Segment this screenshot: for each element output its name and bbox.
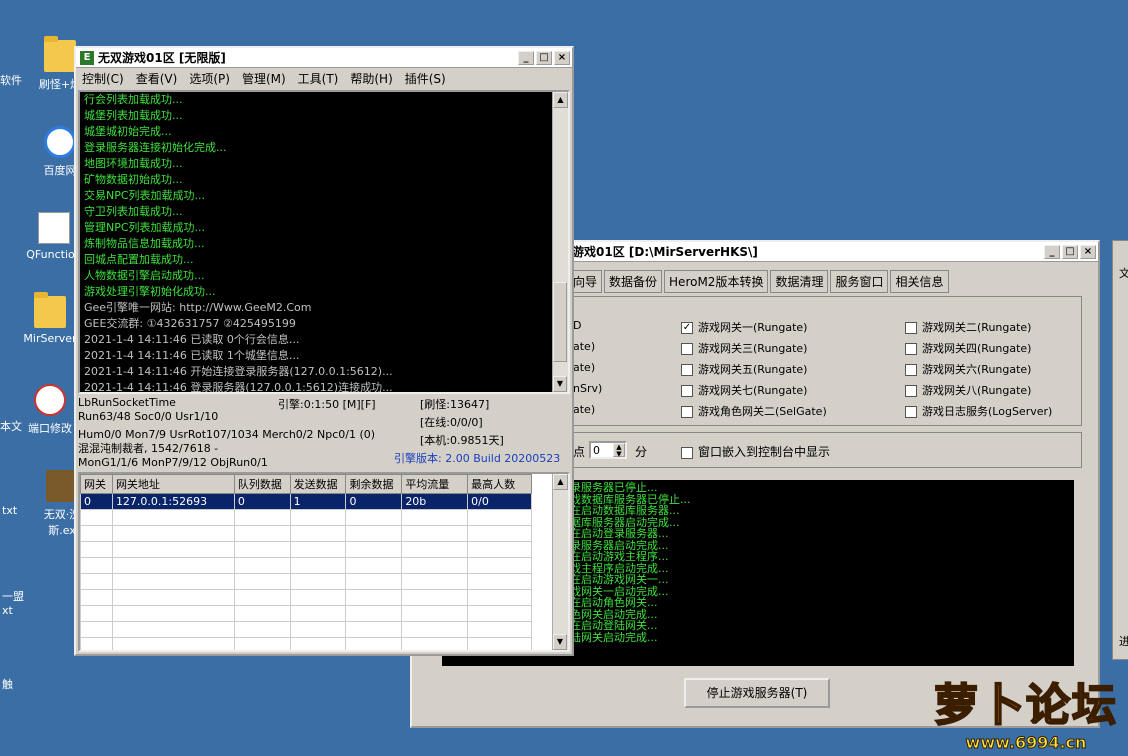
checkbox-gate-2[interactable]: 游戏网关二(Rungate) [905, 319, 1031, 335]
tab-herom2[interactable]: HeroM2版本转换 [664, 270, 769, 293]
col-avg-traffic[interactable]: 平均流量 [401, 474, 469, 494]
scroll-up-icon[interactable]: ▲ [553, 474, 568, 490]
timer-spinbox[interactable]: 0 ▲ ▼ [589, 441, 627, 459]
background-window-edge: 文 进 [1112, 240, 1128, 660]
col-max-users[interactable]: 最高人数 [467, 474, 532, 494]
col-sent[interactable]: 发送数据 [289, 474, 347, 494]
partial-label-2: ate) [573, 340, 596, 353]
partial-label-1: D [573, 319, 582, 332]
partial-label-3: ate) [573, 361, 596, 374]
close-button[interactable]: × [554, 50, 570, 65]
minimize-button[interactable]: _ [518, 50, 534, 65]
checkbox-gate-3[interactable]: 游戏网关三(Rungate) [681, 340, 807, 356]
scroll-down-icon[interactable]: ▼ [553, 376, 567, 392]
checkbox-box[interactable] [681, 406, 693, 418]
partial-label-5: ate) [573, 403, 596, 416]
m2-menubar: 控制(C) 查看(V) 选项(P) 管理(M) 工具(T) 帮助(H) 插件(S… [76, 68, 572, 88]
desktop-icon-txt[interactable]: txt [2, 504, 17, 517]
checkbox-box[interactable] [681, 385, 693, 397]
embed-console-checkbox[interactable]: 窗口嵌入到控制台中显示 [681, 443, 830, 460]
checkbox-box[interactable] [681, 446, 693, 459]
col-remaining[interactable]: 剩余数据 [345, 474, 403, 494]
checkbox-box[interactable] [905, 364, 917, 376]
table-row-empty [80, 557, 532, 574]
checkbox-box[interactable] [681, 364, 693, 376]
partial-label-4: nSrv) [573, 382, 603, 395]
menu-help[interactable]: 帮助(H) [350, 70, 392, 87]
checkbox-gate-7[interactable]: 游戏网关七(Rungate) [681, 382, 807, 398]
tab-service-window[interactable]: 服务窗口 [830, 270, 889, 293]
checkbox-logserver[interactable]: 游戏日志服务(LogServer) [905, 403, 1052, 419]
col-queue[interactable]: 队列数据 [233, 474, 291, 494]
desktop-icon-touch[interactable]: 触 [2, 676, 13, 692]
tab-info[interactable]: 相关信息 [890, 270, 949, 293]
scroll-thumb[interactable] [553, 282, 567, 362]
folder-icon [44, 36, 76, 72]
gateway-table-panel: 网关 网关地址 队列数据 发送数据 剩余数据 平均流量 最高人数 0 127.0… [78, 472, 570, 652]
table-row-empty [80, 589, 532, 606]
m2-status-panel: LbRunSocketTime 引擎:0:1:50 [M][F] [刷怪:136… [78, 396, 561, 469]
menu-view[interactable]: 查看(V) [136, 70, 178, 87]
table-row-empty [80, 525, 532, 542]
checkbox-gate-6[interactable]: 游戏网关六(Rungate) [905, 361, 1031, 377]
close-button[interactable]: × [1080, 244, 1096, 259]
control-center-tabs: 向导 数据备份 HeroM2版本转换 数据清理 服务窗口 相关信息 [568, 270, 949, 293]
table-row-empty [80, 573, 532, 590]
menu-options[interactable]: 选项(P) [189, 70, 230, 87]
engine-version-label: 引擎版本: 2.00 Build 20200523 [394, 452, 561, 465]
menu-control[interactable]: 控制(C) [82, 70, 124, 87]
table-row-empty [80, 621, 532, 638]
forum-watermark-logo: 萝卜论坛 www.6994.cn [933, 679, 1118, 753]
log-scrollbar[interactable]: ▲ ▼ [552, 92, 568, 392]
checkbox-box[interactable] [905, 322, 917, 334]
m2-log-panel: 行会列表加载成功... 城堡列表加载成功... 城堡城初始完成... 登录服务器连接… [78, 90, 570, 394]
folder-icon [34, 292, 66, 328]
table-row-empty [80, 605, 532, 622]
col-address[interactable]: 网关地址 [111, 474, 235, 494]
m2-server-window: E 无双游戏01区 [无限版] _ □ × 控制(C) 查看(V) 选项(P) … [74, 46, 574, 656]
spin-arrows-icon[interactable]: ▲ ▼ [613, 443, 625, 458]
app-icon [34, 384, 66, 416]
document-icon [38, 212, 70, 244]
checkbox-box[interactable]: ✓ [681, 322, 693, 334]
checkbox-gate-8[interactable]: 游戏网关八(Rungate) [905, 382, 1031, 398]
gateway-table: 网关 网关地址 队列数据 发送数据 剩余数据 平均流量 最高人数 0 127.0… [80, 474, 532, 650]
table-row-empty [80, 509, 532, 526]
table-row-empty [80, 637, 532, 650]
engine-logo-icon: E [80, 50, 94, 65]
m2-titlebar[interactable]: E 无双游戏01区 [无限版] _ □ × [76, 48, 572, 68]
col-gate[interactable]: 网关 [80, 474, 113, 494]
tab-backup[interactable]: 数据备份 [604, 270, 663, 293]
checkbox-selgate-2[interactable]: 游戏角色网关二(SelGate) [681, 403, 827, 419]
table-row-empty [80, 541, 532, 558]
table-row[interactable]: 0 127.0.0.1:52693 0 1 0 20b 0/0 [80, 493, 532, 510]
checkbox-gate-4[interactable]: 游戏网关四(Rungate) [905, 340, 1031, 356]
checkbox-box[interactable] [681, 343, 693, 355]
m2-log-console: 行会列表加载成功... 城堡列表加载成功... 城堡城初始完成... 登录服务器连接… [80, 92, 552, 392]
desktop-icon-alliance[interactable]: 一盟 xt [2, 588, 24, 617]
checkbox-gate-5[interactable]: 游戏网关五(Rungate) [681, 361, 807, 377]
scroll-down-icon[interactable]: ▼ [553, 634, 567, 650]
minimize-button[interactable]: _ [1044, 244, 1060, 259]
checkbox-box[interactable] [905, 406, 917, 418]
checkbox-box[interactable] [905, 343, 917, 355]
table-scrollbar[interactable]: ▲ ▼ [552, 474, 568, 650]
stop-server-button[interactable]: 停止游戏服务器(T) [684, 678, 830, 708]
tab-cleanup[interactable]: 数据清理 [770, 270, 829, 293]
desktop-icon-soft[interactable]: 软件 [0, 72, 22, 88]
checkbox-gate-1[interactable]: ✓ 游戏网关一(Rungate) [681, 319, 807, 335]
maximize-button[interactable]: □ [1062, 244, 1078, 259]
baidu-netdisk-icon [44, 126, 76, 158]
menu-tools[interactable]: 工具(T) [298, 70, 339, 87]
maximize-button[interactable]: □ [536, 50, 552, 65]
checkbox-box[interactable] [905, 385, 917, 397]
menu-manage[interactable]: 管理(M) [242, 70, 286, 87]
scroll-up-icon[interactable]: ▲ [553, 92, 568, 108]
menu-plugins[interactable]: 插件(S) [405, 70, 446, 87]
